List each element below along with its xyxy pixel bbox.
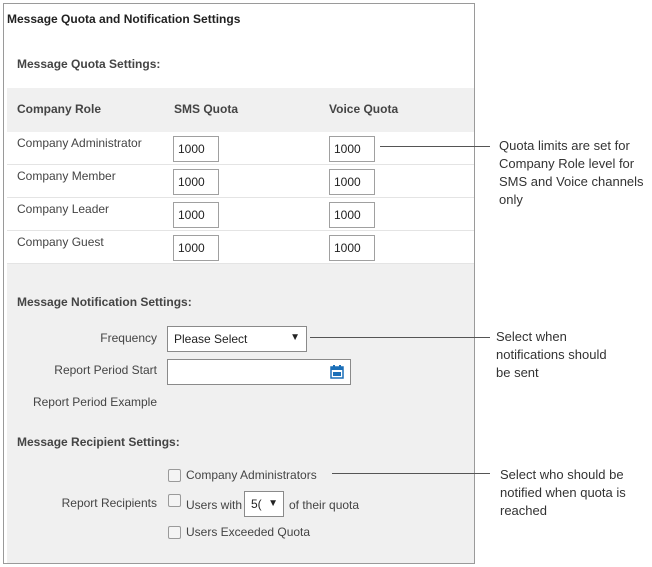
frequency-callout-line [310, 337, 490, 338]
settings-panel: Message Quota and Notification Settings … [3, 3, 475, 564]
note-line: be sent [496, 365, 539, 380]
chevron-down-icon: ▼ [290, 332, 300, 343]
note-line: Company Role level for [499, 156, 635, 171]
recipients-callout-line [332, 473, 490, 474]
company-admins-label: Company Administrators [186, 468, 317, 482]
table-row: Company Administrator [7, 132, 474, 165]
sms-quota-input[interactable] [173, 235, 219, 261]
notification-area [7, 264, 474, 563]
header-sms-quota: SMS Quota [174, 102, 239, 116]
note-line: SMS and Voice channels [499, 174, 644, 189]
recipients-callout-note: Select who should be notified when quota… [500, 466, 626, 520]
note-line: Quota limits are set for [499, 138, 630, 153]
frequency-select[interactable]: Please Select ▼ [167, 326, 307, 352]
report-recipients-label: Report Recipients [61, 496, 157, 510]
sms-quota-input[interactable] [173, 202, 219, 228]
frequency-callout-note: Select when notifications should be sent [496, 328, 607, 382]
users-with-label: Users with [186, 498, 243, 512]
threshold-select[interactable]: 5( ▼ [244, 491, 284, 517]
voice-quota-input[interactable] [329, 169, 375, 195]
notification-section-title: Message Notification Settings: [17, 295, 192, 309]
role-name: Company Administrator [17, 136, 142, 150]
quota-section-title: Message Quota Settings: [17, 57, 161, 71]
sms-quota-input[interactable] [173, 169, 219, 195]
chevron-down-icon: ▼ [268, 498, 278, 509]
recipient-section-title: Message Recipient Settings: [17, 435, 180, 449]
note-line: Select when [496, 329, 567, 344]
table-row: Company Leader [7, 198, 474, 231]
sms-quota-input[interactable] [173, 136, 219, 162]
quota-callout-line [380, 146, 490, 147]
role-name: Company Guest [17, 235, 104, 249]
quota-callout-note: Quota limits are set for Company Role le… [499, 137, 644, 209]
header-voice-quota: Voice Quota [329, 102, 399, 116]
role-name: Company Leader [17, 202, 110, 216]
table-row: Company Member [7, 165, 474, 198]
note-line: Select who should be [500, 467, 624, 482]
company-admins-checkbox[interactable] [168, 469, 181, 482]
report-period-example-label: Report Period Example [32, 395, 157, 409]
table-row: Company Guest [7, 231, 474, 264]
users-with-checkbox[interactable] [168, 494, 181, 507]
role-name: Company Member [17, 169, 116, 183]
note-line: reached [500, 503, 547, 518]
threshold-value: 5( [251, 497, 262, 511]
note-line: only [499, 192, 523, 207]
panel-title: Message Quota and Notification Settings [7, 12, 241, 26]
voice-quota-input[interactable] [329, 136, 375, 162]
report-period-start-input[interactable] [167, 359, 351, 385]
of-quota-label: of their quota [289, 498, 360, 512]
quota-table: Company Role SMS Quota Voice Quota Compa… [7, 88, 474, 264]
note-line: notifications should [496, 347, 607, 362]
users-exceeded-label: Users Exceeded Quota [186, 525, 311, 539]
voice-quota-input[interactable] [329, 235, 375, 261]
calendar-icon[interactable] [330, 365, 344, 379]
note-line: notified when quota is [500, 485, 626, 500]
users-exceeded-checkbox[interactable] [168, 526, 181, 539]
header-company-role: Company Role [17, 102, 102, 116]
quota-table-header: Company Role SMS Quota Voice Quota [7, 88, 474, 132]
voice-quota-input[interactable] [329, 202, 375, 228]
frequency-label: Frequency [100, 331, 157, 345]
report-period-start-label: Report Period Start [54, 363, 157, 377]
frequency-value: Please Select [174, 332, 248, 346]
